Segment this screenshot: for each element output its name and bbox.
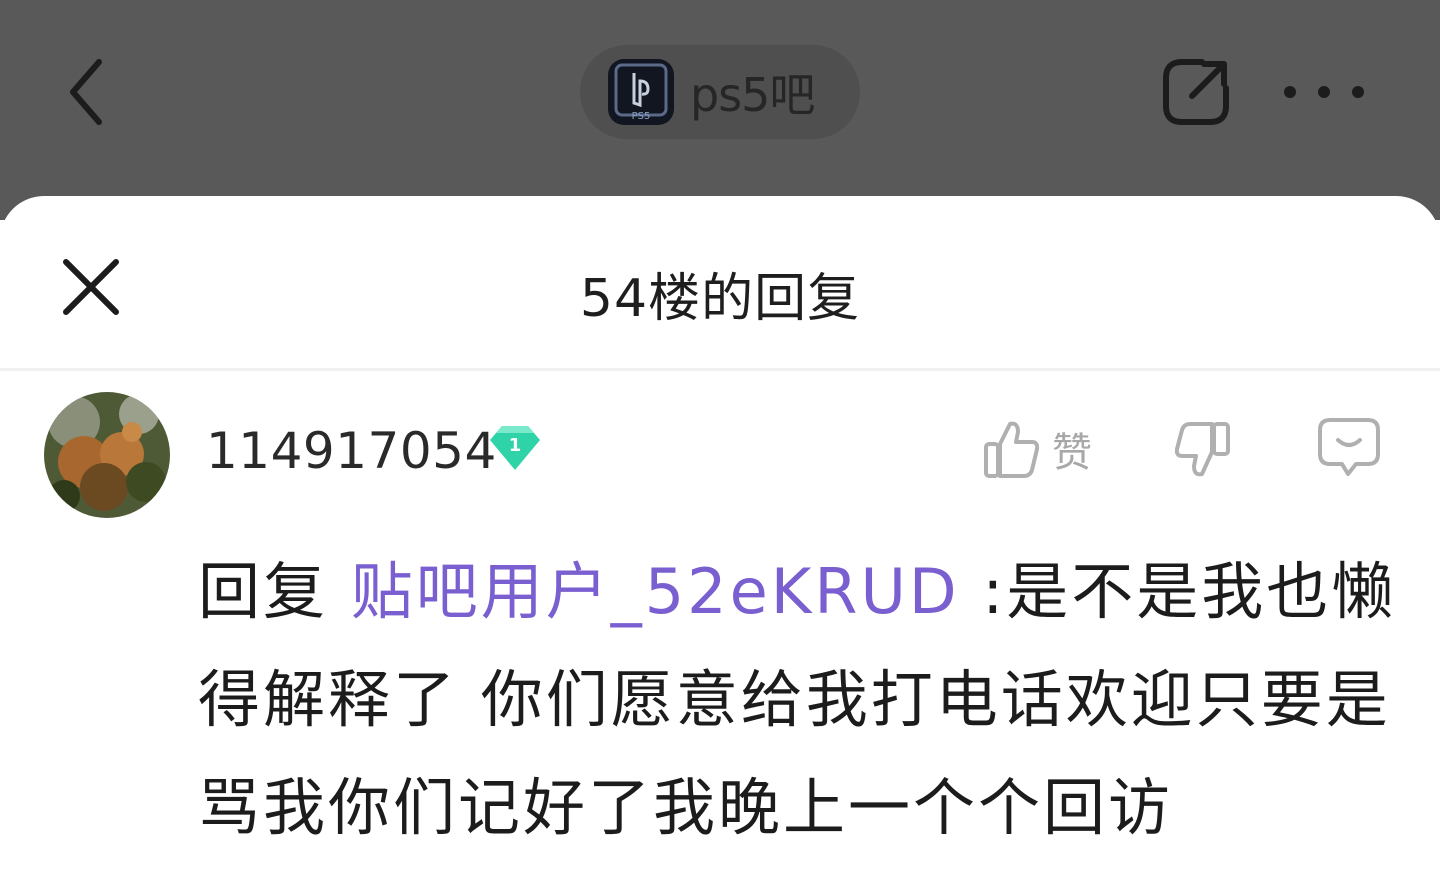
reply-content: 回复 贴吧用户_52eKRUD :是不是我也懒得解释了 你们愿意给我打电话欢迎只… — [198, 538, 1408, 862]
top-bar: PS5 ps5吧 — [0, 0, 1440, 220]
sheet-title: 54楼的回复 — [579, 269, 861, 329]
reply-button[interactable] — [1316, 414, 1382, 480]
dislike-icon — [1174, 422, 1230, 477]
username[interactable]: 114917054 — [206, 422, 497, 480]
avatar[interactable] — [44, 392, 170, 518]
more-icon-dot — [1284, 86, 1296, 98]
more-icon-dot — [1318, 86, 1330, 98]
back-button[interactable] — [52, 52, 122, 132]
divider — [0, 368, 1440, 371]
more-button[interactable] — [1284, 70, 1364, 114]
reply-prefix: 回复 — [198, 555, 329, 628]
forum-logo: PS5 — [608, 59, 674, 125]
like-button[interactable]: 赞 — [982, 414, 1092, 484]
share-button[interactable] — [1158, 54, 1234, 130]
forum-name: ps5吧 — [690, 68, 815, 122]
share-icon — [1163, 59, 1229, 125]
dislike-button[interactable] — [1172, 416, 1236, 486]
forum-pill[interactable]: PS5 ps5吧 — [580, 45, 860, 139]
like-icon — [984, 421, 1040, 478]
reply-sheet: 54楼的回复 114917054 1 赞 回复 贴吧用户_52eKRUD:是不… — [0, 196, 1440, 884]
level-number: 1 — [509, 435, 522, 456]
reply-icon — [1318, 418, 1380, 476]
level-badge: 1 — [488, 424, 542, 474]
forum-logo-text: PS5 — [632, 111, 651, 122]
back-icon — [70, 59, 102, 125]
mention-link[interactable]: 贴吧用户_52eKRUD — [351, 555, 960, 628]
more-icon-dot — [1352, 86, 1364, 98]
like-label: 赞 — [1052, 430, 1092, 476]
